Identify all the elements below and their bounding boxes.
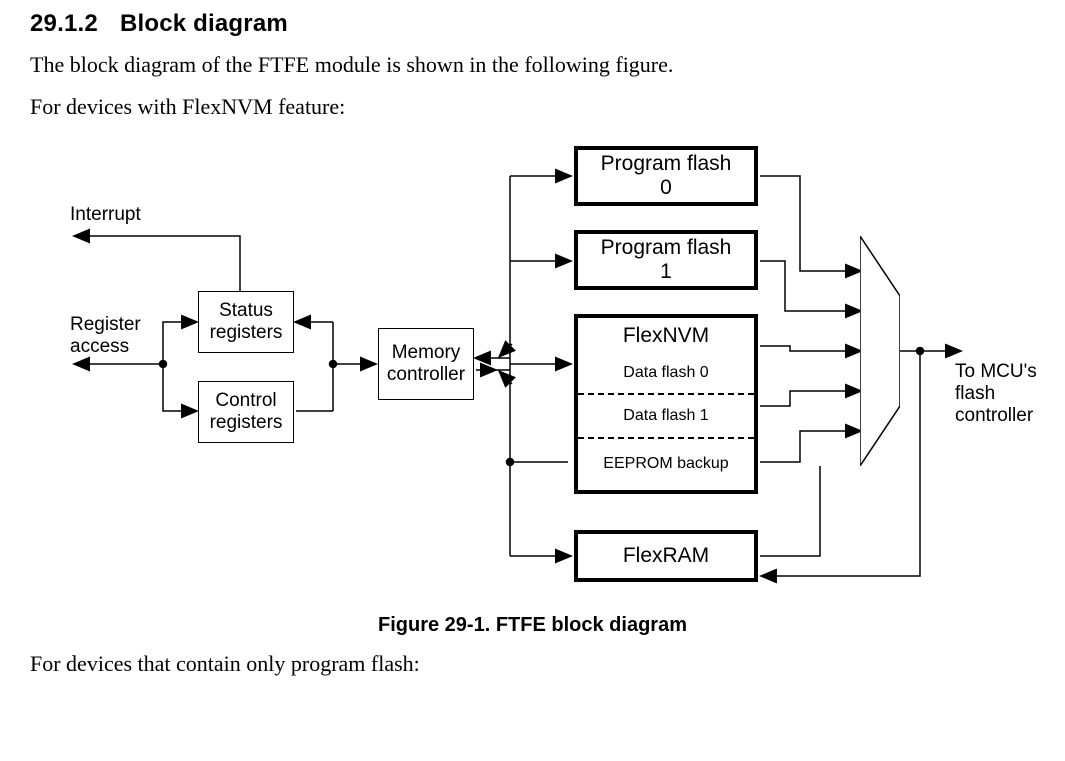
control-registers-l2: registers <box>210 412 283 434</box>
status-registers-l1: Status <box>219 300 273 322</box>
register-access-l2: access <box>70 336 129 357</box>
to-mcu-l1: To MCU's <box>955 361 1037 382</box>
flexnvm-data-flash-1: Data flash 1 <box>578 395 754 437</box>
flexnvm-block: FlexNVM Data flash 0 Data flash 1 EEPROM… <box>574 314 758 494</box>
flexnvm-title: FlexNVM <box>623 318 709 354</box>
flexnvm-eeprom-backup: EEPROM backup <box>578 439 754 490</box>
control-registers-l1: Control <box>215 390 276 412</box>
status-registers-block: Status registers <box>198 291 294 353</box>
flexram-block: FlexRAM <box>574 530 758 582</box>
register-access-label: Register access <box>70 314 141 358</box>
control-registers-block: Control registers <box>198 381 294 443</box>
to-mcu-l2: flash controller <box>955 383 1033 426</box>
intro-paragraph-1: The block diagram of the FTFE module is … <box>30 52 1035 78</box>
page: 29.1.2 Block diagram The block diagram of… <box>0 0 1065 761</box>
program-flash-1-l1: Program flash <box>601 236 732 260</box>
program-flash-0-block: Program flash 0 <box>574 146 758 206</box>
memory-controller-l2: controller <box>387 364 465 386</box>
status-registers-l2: registers <box>210 322 283 344</box>
block-diagram: Interrupt Register access To MCU's flash… <box>40 136 1040 606</box>
intro-paragraph-2: For devices with FlexNVM feature: <box>30 94 1035 120</box>
to-mcu-label: To MCU's flash controller <box>955 361 1040 427</box>
flexnvm-data-flash-0: Data flash 0 <box>578 354 754 394</box>
program-flash-1-block: Program flash 1 <box>574 230 758 290</box>
program-flash-1-l2: 1 <box>660 260 672 284</box>
flexram-label: FlexRAM <box>623 544 709 568</box>
register-access-l1: Register <box>70 314 141 335</box>
memory-controller-block: Memory controller <box>378 328 474 400</box>
section-number: 29.1.2 <box>30 10 98 37</box>
outro-paragraph: For devices that contain only program fl… <box>30 651 1035 677</box>
figure-caption: Figure 29-1. FTFE block diagram <box>30 614 1035 637</box>
program-flash-0-l2: 0 <box>660 176 672 200</box>
section-heading: 29.1.2 Block diagram <box>30 10 1035 38</box>
mux-block <box>860 236 900 466</box>
section-title: Block diagram <box>120 10 288 37</box>
interrupt-label: Interrupt <box>70 204 141 226</box>
memory-controller-l1: Memory <box>392 342 461 364</box>
program-flash-0-l1: Program flash <box>601 152 732 176</box>
